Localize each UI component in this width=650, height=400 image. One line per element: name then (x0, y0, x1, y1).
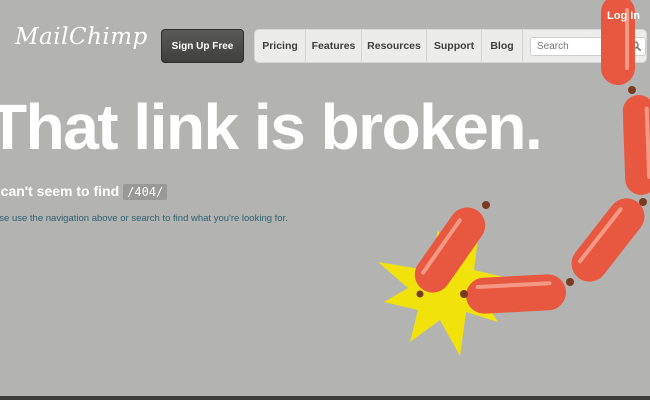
search-icon[interactable] (631, 40, 641, 51)
sausage-left-diagonal (414, 207, 486, 293)
main-nav: Pricing Features Resources Support Blog (254, 29, 647, 63)
not-found-text: e can't seem to find (0, 183, 120, 199)
sign-up-free-button[interactable]: Sign Up Free (161, 29, 244, 63)
log-in-link[interactable]: Log In (607, 10, 640, 22)
search-box (530, 36, 646, 56)
not-found-message: e can't seem to find/404/ (0, 183, 168, 200)
nav-item-pricing[interactable]: Pricing (255, 30, 306, 62)
missing-path-code: /404/ (123, 184, 168, 200)
nav-item-features[interactable]: Features (306, 30, 362, 62)
sausage-bottom (466, 274, 566, 314)
sausage-right-diagonal (571, 198, 645, 282)
search-input[interactable] (531, 37, 631, 55)
mailchimp-logo[interactable]: MailChimp (15, 24, 148, 50)
sausage-right-upper (622, 95, 650, 195)
help-text: ase use the navigation above or search t… (0, 213, 288, 224)
bottom-edge-bar (0, 396, 650, 400)
nav-item-resources[interactable]: Resources (362, 30, 427, 62)
nav-item-blog[interactable]: Blog (482, 30, 523, 62)
nav-item-support[interactable]: Support (427, 30, 482, 62)
starburst-icon (378, 230, 508, 356)
search-area (523, 30, 646, 62)
page-title: That link is broken. (0, 91, 543, 163)
